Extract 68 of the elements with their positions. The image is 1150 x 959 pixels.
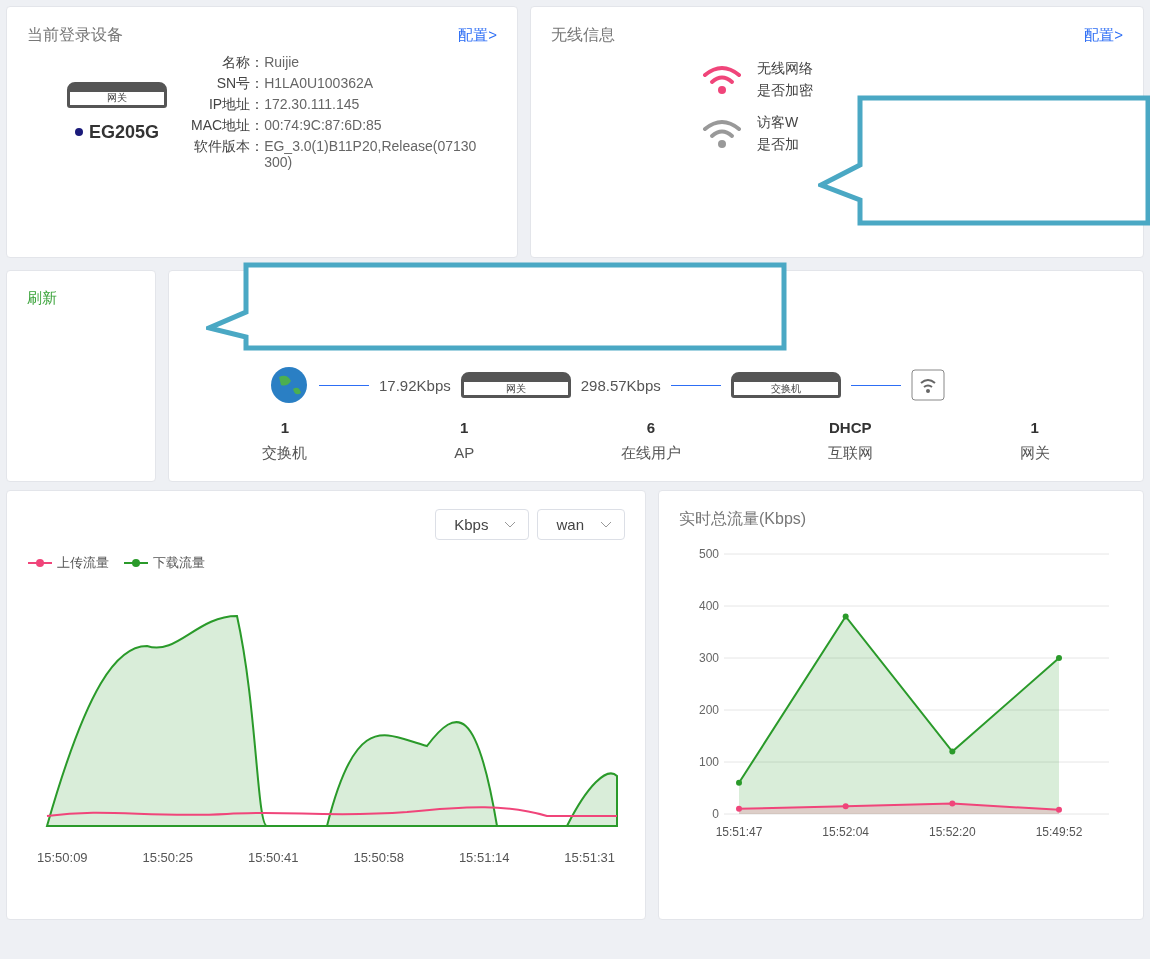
refresh-link[interactable]: 刷新 xyxy=(27,289,57,308)
stat-label: 网关 xyxy=(1019,444,1050,463)
data-point xyxy=(949,748,956,755)
encryption-label: 是否加密 xyxy=(757,82,813,100)
data-point xyxy=(1056,655,1062,661)
field-value: Ruijie xyxy=(264,54,301,72)
axis-tick: 500 xyxy=(698,547,719,561)
data-point xyxy=(736,805,742,812)
time-label: 15:50:25 xyxy=(142,850,194,865)
time-label: 15:51:47 xyxy=(715,825,763,839)
time-label: 15:52:20 xyxy=(928,825,976,839)
data-point xyxy=(842,613,849,620)
stat-value: DHCP xyxy=(829,419,872,436)
legend-label: 上传流量 xyxy=(57,554,109,572)
network-name: 无线网络 xyxy=(757,60,813,78)
chevron-icon xyxy=(504,520,517,529)
time-label: 15:52:04 xyxy=(822,825,870,839)
card-title: 当前登录设备 xyxy=(27,25,123,45)
field-value: EG_3.0(1)B11P20,Release(07130300) xyxy=(264,138,478,170)
time-label: 15:51:14 xyxy=(458,850,510,865)
gateway-device: 网关 xyxy=(67,81,167,108)
field-label: 名称： xyxy=(221,54,265,72)
stat-value: 6 xyxy=(646,419,656,436)
globe-icon xyxy=(269,365,309,405)
download-rate: 298.57Kbps xyxy=(580,376,661,394)
config-link[interactable]: 配置> xyxy=(458,26,497,45)
config-link[interactable]: 配置> xyxy=(1084,26,1123,45)
field-value: 172.30.111.145 xyxy=(264,96,361,114)
stat-value: 1 xyxy=(460,419,469,436)
access-point-icon xyxy=(910,369,945,401)
encryption-label: 是否加 xyxy=(757,136,799,154)
gateway-device: 网关 xyxy=(460,372,571,398)
stat-label: 交换机 xyxy=(262,444,308,463)
card-title: 实时总流量(Kbps) xyxy=(679,509,808,529)
field-value: H1LA0U100362A xyxy=(264,75,375,93)
data-point xyxy=(949,800,956,807)
time-label: 15:51:31 xyxy=(564,850,615,865)
time-label: 15:50:58 xyxy=(353,850,404,865)
stat-value: 1 xyxy=(280,419,290,436)
field-label: IP地址： xyxy=(207,96,265,114)
interface-select[interactable]: wan xyxy=(537,509,625,540)
axis-tick: 200 xyxy=(698,703,719,717)
network-name: 访客W xyxy=(757,114,799,132)
device-model: EG205G xyxy=(88,121,159,143)
axis-tick: 400 xyxy=(698,599,719,613)
upload-rate: 17.92Kbps xyxy=(379,376,451,394)
field-label: 软件版本： xyxy=(193,138,265,156)
time-label: 15:50:09 xyxy=(37,850,88,865)
data-point xyxy=(842,803,849,810)
chevron-icon xyxy=(600,520,612,529)
axis-tick: 100 xyxy=(698,755,719,769)
stat-value: 1 xyxy=(1030,419,1039,436)
stat-label: 在线用户 xyxy=(621,444,681,463)
data-point xyxy=(736,779,742,786)
field-label: MAC地址： xyxy=(191,117,265,135)
data-point xyxy=(1056,806,1062,813)
time-label: 15:49:52 xyxy=(1035,825,1083,839)
time-label: 15:50:41 xyxy=(247,850,299,865)
field-value: 00:74:9C:87:6D:85 xyxy=(264,117,383,135)
card-title: 无线信息 xyxy=(551,25,615,45)
legend-label: 下载流量 xyxy=(153,554,205,572)
unit-select[interactable]: Kbps xyxy=(435,509,530,540)
axis-tick: 300 xyxy=(698,651,719,665)
field-label: SN号： xyxy=(215,75,265,93)
switch-device: 交换机 xyxy=(730,372,841,398)
stat-label: AP xyxy=(454,444,475,461)
stat-label: 互联网 xyxy=(827,444,873,463)
axis-tick: 0 xyxy=(712,807,719,821)
